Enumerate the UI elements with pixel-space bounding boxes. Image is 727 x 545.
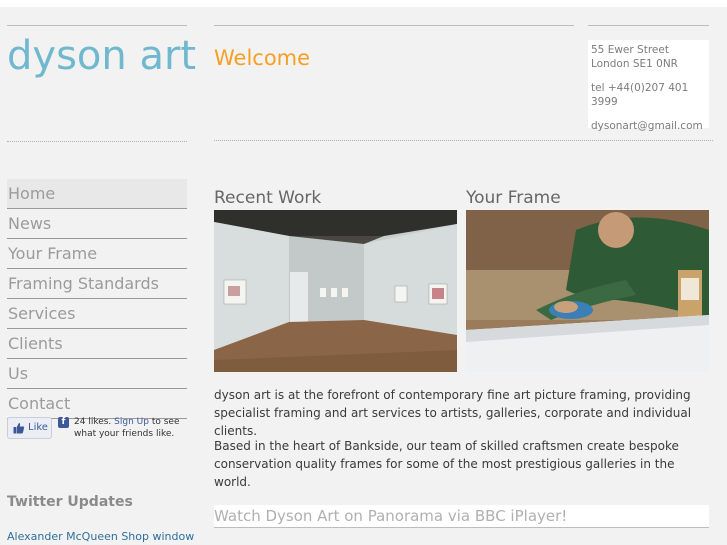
address-tel: tel +44(0)207 401 3999 [591,82,689,108]
thumbs-up-icon [13,423,25,434]
main-nav: Home News Your Frame Framing Standards S… [7,179,187,419]
recent-work-image[interactable] [214,210,457,372]
facebook-like-text: 24 likes. Sign Up to see what your frien… [74,416,189,440]
address-street: 55 Ewer Street [591,44,669,56]
recent-work-title: Recent Work [214,188,322,208]
your-frame-title: Your Frame [466,188,561,208]
twitter-updates-title: Twitter Updates [7,494,133,510]
left-dotted-divider [7,141,187,142]
panorama-link[interactable]: Watch Dyson Art on Panorama via BBC iPla… [214,507,567,525]
left-top-divider [7,25,187,26]
facebook-like-widget: Like f 24 likes. Sign Up to see what you… [7,415,187,445]
twitter-update-link[interactable]: Alexander McQueen Shop window [7,530,194,543]
facebook-icon: f [58,417,69,428]
page-title: Welcome [214,46,311,70]
nav-item-framing-standards[interactable]: Framing Standards [7,269,187,299]
your-frame-image[interactable] [466,210,709,372]
center-dotted-divider [214,140,713,141]
nav-item-home[interactable]: Home [7,179,187,209]
facebook-like-button[interactable]: Like [7,417,52,439]
address-email[interactable]: dysonart@gmail.com [591,119,709,133]
center-top-divider [214,25,574,26]
intro-paragraph-1: dyson art is at the forefront of contemp… [214,388,692,438]
nav-item-us[interactable]: Us [7,359,187,389]
nav-item-news[interactable]: News [7,209,187,239]
address-box: 55 Ewer Street London SE1 0NR tel +44(0)… [588,40,709,132]
site-logo[interactable]: dyson art [7,32,196,80]
address-top-divider [588,25,709,26]
address-city: London SE1 0NR [591,58,678,70]
nav-item-services[interactable]: Services [7,299,187,329]
facebook-signup-link[interactable]: Sign Up [114,417,149,427]
facebook-like-label: Like [28,422,48,433]
nav-item-clients[interactable]: Clients [7,329,187,359]
top-bar [0,0,727,7]
facebook-like-count: 24 likes. [74,417,112,427]
intro-paragraph-2: Based in the heart of Bankside, our team… [214,439,679,489]
nav-item-your-frame[interactable]: Your Frame [7,239,187,269]
